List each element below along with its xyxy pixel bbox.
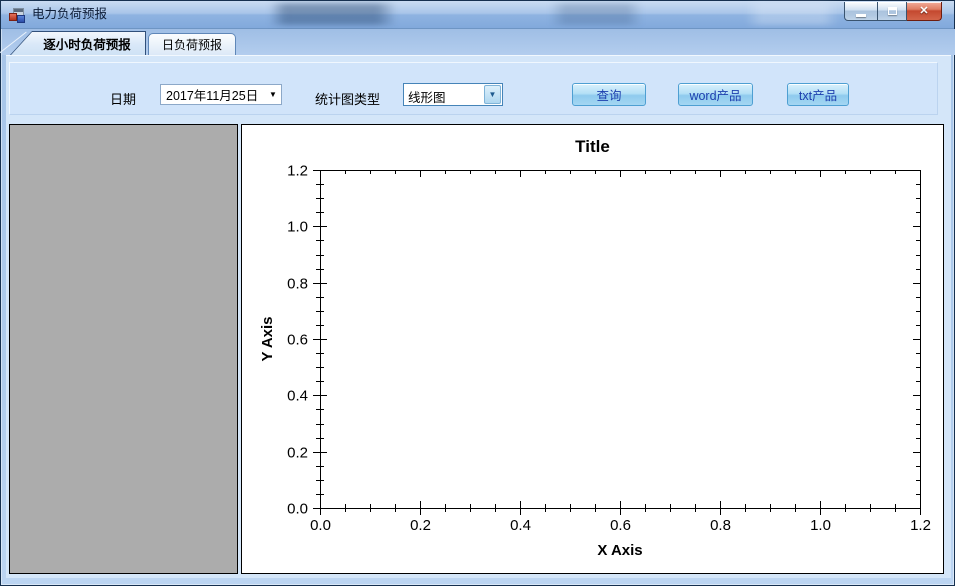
tab-hourly-forecast-label: 逐小时负荷预报 (43, 38, 131, 52)
query-button[interactable]: 查询 (572, 83, 646, 106)
y-tick-label: 0.8 (287, 276, 308, 293)
app-window: 电力负荷预报 ✕ 逐小时负荷预报 日负荷预报 日期 2017年11月25日 ▼ (0, 0, 955, 586)
x-tick-label: 0.2 (410, 517, 431, 534)
minimize-icon (856, 13, 866, 17)
y-tick-label: 1.2 (287, 163, 308, 180)
x-tick-label: 1.2 (910, 517, 931, 534)
y-axis-label: Y Axis (259, 316, 276, 361)
tab-hourly-forecast[interactable]: 逐小时负荷预报 (10, 31, 146, 55)
date-label: 日期 (110, 92, 137, 107)
toolbar-panel: 日期 2017年11月25日 ▼ 统计图类型 线形图 ▼ 查询 word产品 t… (9, 62, 938, 115)
app-form-icon (9, 7, 25, 23)
tab-daily-forecast-label: 日负荷预报 (161, 38, 222, 52)
chart: 0.0 0.2 0.4 0.6 0.8 1.0 1.2 0.0 0.2 0.4 0.6 0.8 1.0 1… (259, 137, 931, 559)
chart-type-value: 线形图 (408, 91, 446, 105)
combo-dropdown-button[interactable]: ▼ (484, 85, 501, 104)
chart-title: Title (575, 137, 610, 156)
x-tick-label: 0.8 (710, 517, 731, 534)
chart-type-label: 统计图类型 (315, 92, 381, 107)
tab-page-content: 日期 2017年11月25日 ▼ 统计图类型 线形图 ▼ 查询 word产品 t… (6, 55, 951, 578)
minimize-button[interactable] (844, 2, 878, 21)
date-picker[interactable]: 2017年11月25日 ▼ (160, 84, 282, 105)
date-picker-value: 2017年11月25日 (166, 89, 259, 103)
chart-panel: 0.0 0.2 0.4 0.6 0.8 1.0 1.2 0.0 0.2 0.4 0.6 0.8 1.0 1… (241, 124, 944, 574)
x-tick-label: 0.4 (510, 517, 531, 534)
x-tick-label: 0.0 (310, 517, 331, 534)
tab-strip: 逐小时负荷预报 日负荷预报 (0, 29, 955, 55)
maximize-icon (887, 7, 897, 15)
y-tick-label: 0.4 (287, 388, 308, 405)
y-tick-label: 1.0 (287, 219, 308, 236)
txt-export-button[interactable]: txt产品 (787, 83, 849, 106)
word-export-button[interactable]: word产品 (678, 83, 753, 106)
x-tick-label: 0.6 (610, 517, 631, 534)
chart-type-combobox[interactable]: 线形图 ▼ (403, 83, 503, 106)
result-list-panel (9, 124, 238, 574)
y-tick-label: 0.2 (287, 445, 308, 462)
x-tick-label: 1.0 (810, 517, 831, 534)
y-tick-label: 0.6 (287, 332, 308, 349)
close-icon: ✕ (919, 4, 929, 17)
chevron-down-icon: ▼ (269, 90, 277, 99)
close-button[interactable]: ✕ (907, 2, 942, 21)
window-controls: ✕ (844, 2, 942, 21)
y-tick-label: 0.0 (287, 501, 308, 518)
tab-daily-forecast[interactable]: 日负荷预报 (148, 33, 236, 55)
window-title: 电力负荷预报 (32, 7, 108, 21)
maximize-button[interactable] (878, 2, 907, 21)
x-axis-label: X Axis (597, 542, 642, 559)
title-bar[interactable]: 电力负荷预报 (1, 1, 954, 29)
